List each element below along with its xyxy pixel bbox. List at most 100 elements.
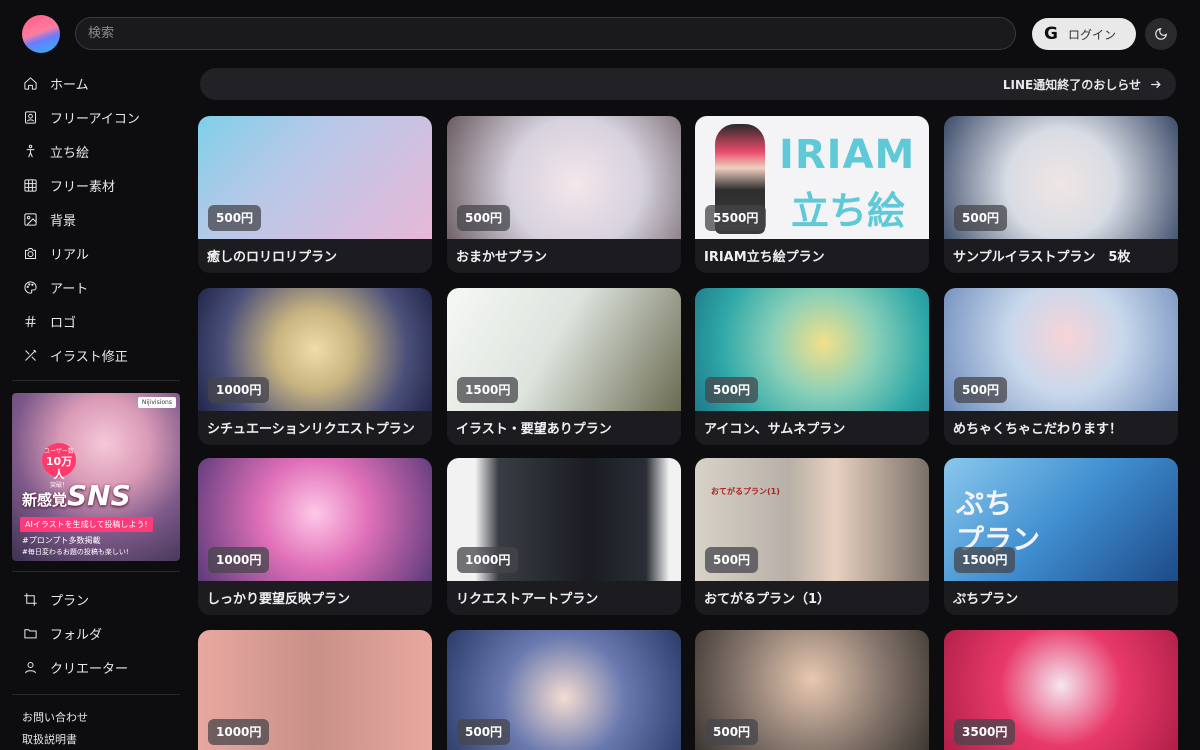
sns-ad-banner[interactable]: Nijivisions ユーザー数 10万人 突破！ 新感覚SNS AIイラスト… [12,393,180,561]
moon-icon [1155,28,1167,40]
google-icon: G [1044,24,1058,44]
login-button[interactable]: G ログイン [1032,18,1136,50]
plan-card[interactable]: おてがるプラン(1) 500円 おてがるプラン（1） [695,458,929,615]
grid-icon [22,177,38,193]
price-badge: 500円 [705,719,759,745]
sidebar-item-label: ホーム [50,77,89,93]
sidebar-item-folders[interactable]: フォルダ [0,616,190,650]
banner-brand-tag: Nijivisions [137,397,176,408]
sidebar-divider [12,380,180,381]
price-badge: 500円 [208,205,262,231]
sidebar-item-label: リアル [50,247,89,263]
banner-badge-top: ユーザー数 [44,448,74,455]
sidebar-item-creators[interactable]: クリエーター [0,650,190,684]
sidebar-item-label: ロゴ [50,315,77,331]
notice-text: LINE通知終了のおしらせ [1002,77,1141,92]
sidebar-item-label: クリエーター [50,661,129,677]
price-badge: 3500円 [954,719,1016,745]
plan-title: 癒しのロリロリプラン [207,250,338,265]
home-icon [22,75,38,91]
banner-line-1: #プロンプト多数掲載 [22,536,101,545]
price-badge: 1500円 [954,547,1016,573]
plan-card[interactable]: 500円 [695,630,929,750]
sidebar-item-home[interactable]: ホーム [0,66,190,100]
user-icon [22,659,38,675]
manual-link[interactable]: 取扱説明書 [0,729,190,750]
plan-card[interactable]: 1000円 [198,630,432,750]
image-icon [22,211,38,227]
plan-title: サンプルイラストプラン 5枚 [953,250,1131,265]
plan-card[interactable]: 1000円 リクエストアートプラン [447,458,681,615]
sidebar-item-free-materials[interactable]: フリー素材 [0,168,190,202]
banner-title: 新感覚SNS [22,479,131,512]
price-badge: 1000円 [457,547,519,573]
price-badge: 500円 [457,205,511,231]
sidebar-item-real[interactable]: リアル [0,236,190,270]
plan-card[interactable]: 500円 サンプルイラストプラン 5枚 [944,116,1178,273]
plan-card[interactable]: IRIAM 立ち絵 5500円 IRIAM立ち絵プラン [695,116,929,273]
login-label: ログイン [1067,27,1116,42]
plan-title: アイコン、サムネプラン [704,422,846,437]
hash-icon [22,313,38,329]
price-badge: 5500円 [705,205,767,231]
plan-title: めちゃくちゃこだわります！ [953,422,1123,437]
notice-bar[interactable]: LINE通知終了のおしらせ [200,68,1176,100]
banner-line-2: #毎日変わるお題の投稿も楽しい! [22,548,129,556]
plan-card[interactable]: ぷち プラン 1500円 ぷちプラン [944,458,1178,615]
palette-icon [22,279,38,295]
price-badge: 1000円 [208,547,270,573]
thumbnail-text: おてがるプラン(1) [711,487,780,496]
price-badge: 500円 [457,719,511,745]
sidebar-item-label: フリー素材 [50,179,116,195]
folder-icon [22,625,38,641]
banner-badge-number: 10万人 [45,455,73,482]
plan-card[interactable]: 3500円 [944,630,1178,750]
sidebar-item-plans[interactable]: プラン [0,582,190,616]
top-bar: G ログイン [0,0,1200,66]
sidebar-item-label: プラン [50,593,90,609]
theme-toggle-button[interactable] [1145,18,1177,50]
plan-card[interactable]: 500円 アイコン、サムネプラン [695,288,929,445]
price-badge: 500円 [705,377,759,403]
price-badge: 500円 [705,547,759,573]
plan-card[interactable]: 1500円 イラスト・要望ありプラン [447,288,681,445]
sidebar-nav: ホーム フリーアイコン 立ち絵 フリー素材 背景 リアル アート ロゴ イラスト… [0,66,190,372]
plan-title: リクエストアートプラン [456,592,599,607]
plan-title: イラスト・要望ありプラン [456,422,612,437]
tools-icon [22,347,38,363]
sidebar-item-free-icons[interactable]: フリーアイコン [0,100,190,134]
plan-card[interactable]: 500円 おまかせプラン [447,116,681,273]
banner-user-badge: ユーザー数 10万人 突破！ [42,443,76,489]
sidebar: ホーム フリーアイコン 立ち絵 フリー素材 背景 リアル アート ロゴ イラスト… [0,66,190,750]
plan-title: ぷちプラン [953,592,1019,607]
camera-icon [22,245,38,261]
sidebar-item-label: フォルダ [50,627,103,643]
plan-title: おまかせプラン [456,250,548,265]
sidebar-item-label: イラスト修正 [50,349,128,365]
plan-card[interactable]: 500円 めちゃくちゃこだわります！ [944,288,1178,445]
price-badge: 1000円 [208,377,270,403]
sidebar-item-art[interactable]: アート [0,270,190,304]
thumbnail-text: ぷち [956,487,1013,520]
sidebar-item-background[interactable]: 背景 [0,202,190,236]
plan-title: シチュエーションリクエストプラン [207,422,415,437]
thumbnail-text: 立ち絵 [791,189,906,233]
sidebar-item-label: アート [50,281,89,297]
person-standing-icon [22,143,38,159]
plan-card[interactable]: 500円 癒しのロリロリプラン [198,116,432,273]
price-badge: 500円 [954,205,1008,231]
search-input[interactable] [75,17,1016,50]
sidebar-divider [12,694,180,695]
contact-link[interactable]: お問い合わせ [0,707,190,729]
sidebar-item-logo[interactable]: ロゴ [0,304,190,338]
plan-title: しっかり要望反映プラン [207,592,351,607]
sidebar-secondary-nav: プラン フォルダ クリエーター [0,572,190,684]
sidebar-item-illustration-fix[interactable]: イラスト修正 [0,338,190,372]
plan-card[interactable]: 1000円 シチュエーションリクエストプラン [198,288,432,445]
plan-card[interactable]: 1000円 しっかり要望反映プラン [198,458,432,615]
plan-card[interactable]: 500円 [447,630,681,750]
price-badge: 1500円 [457,377,519,403]
sidebar-item-standing-art[interactable]: 立ち絵 [0,134,190,168]
site-logo[interactable] [22,15,60,53]
sidebar-item-label: 背景 [50,213,77,229]
